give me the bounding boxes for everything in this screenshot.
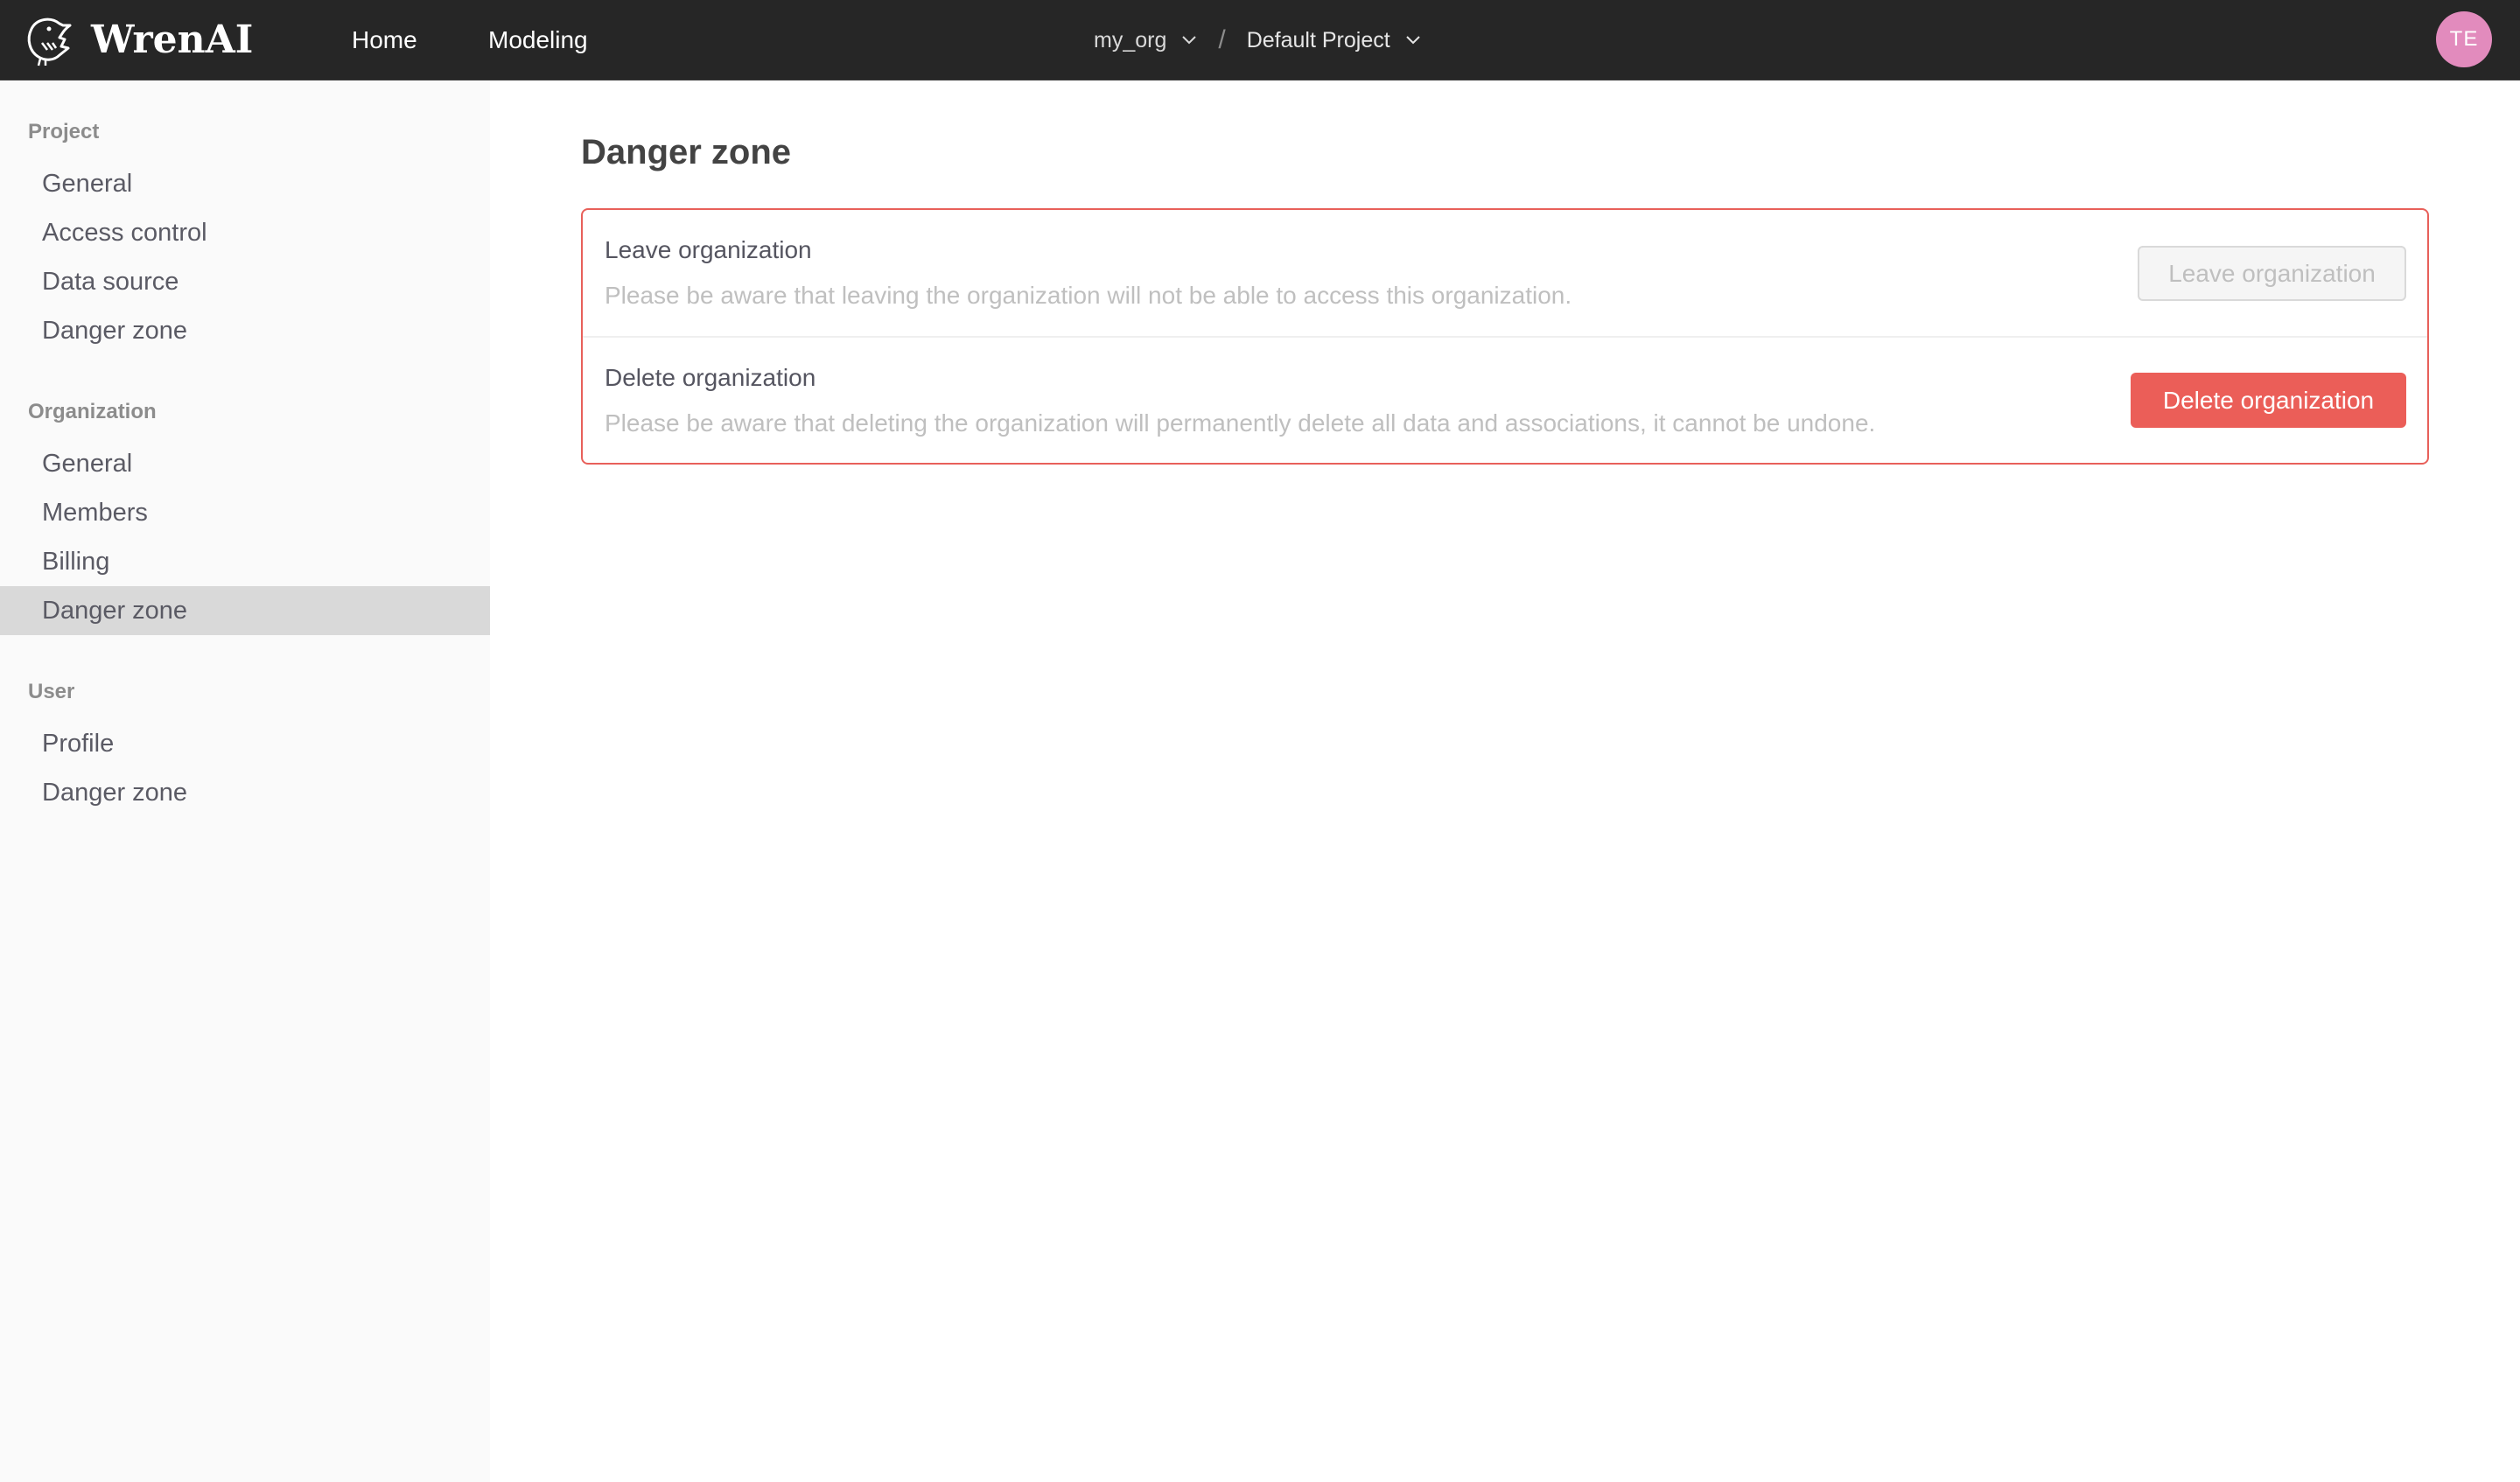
page-title: Danger zone — [581, 133, 792, 171]
leave-organization-description: Please be aware that leaving the organiz… — [605, 282, 1572, 309]
nav-modeling[interactable]: Modeling — [488, 0, 588, 80]
brand-name: WrenAI — [91, 17, 254, 62]
brand-logo[interactable]: WrenAI — [24, 10, 253, 70]
sidebar-group-user: User — [28, 680, 75, 703]
sidebar-group-organization: Organization — [28, 400, 157, 423]
sidebar-item-user-profile[interactable]: Profile — [0, 719, 490, 768]
chevron-down-icon — [1405, 36, 1420, 45]
organization-selector[interactable]: my_org — [1094, 28, 1197, 53]
leave-organization-row: Leave organization Please be aware that … — [583, 210, 2427, 338]
sidebar-item-org-general[interactable]: General — [0, 439, 490, 488]
sidebar-item-user-danger-zone[interactable]: Danger zone — [0, 768, 490, 817]
breadcrumb-separator: / — [1218, 25, 1226, 54]
leave-organization-button[interactable]: Leave organization — [2138, 246, 2406, 301]
delete-organization-row: Delete organization Please be aware that… — [583, 338, 2427, 465]
sidebar-item-project-general[interactable]: General — [0, 159, 490, 208]
nav-home[interactable]: Home — [352, 0, 417, 80]
chevron-down-icon — [1182, 36, 1197, 45]
wren-bird-icon — [27, 17, 72, 66]
delete-organization-description: Please be aware that deleting the organi… — [605, 409, 1876, 437]
settings-sidebar: Project General Access control Data sour… — [0, 80, 490, 1482]
project-name: Default Project — [1246, 27, 1390, 52]
leave-organization-title: Leave organization — [605, 236, 812, 263]
organization-name: my_org — [1094, 27, 1167, 52]
danger-zone-card: Leave organization Please be aware that … — [581, 208, 2429, 465]
top-navbar: WrenAI Home Modeling my_org / Default Pr… — [0, 0, 2520, 80]
sidebar-item-org-billing[interactable]: Billing — [0, 537, 490, 586]
sidebar-group-project: Project — [28, 120, 100, 143]
user-avatar[interactable]: TE — [2436, 11, 2492, 67]
sidebar-item-org-danger-zone[interactable]: Danger zone — [0, 586, 490, 635]
delete-organization-button[interactable]: Delete organization — [2131, 373, 2406, 428]
breadcrumb: my_org / Default Project — [1094, 0, 1421, 80]
sidebar-item-project-danger-zone[interactable]: Danger zone — [0, 306, 490, 355]
delete-organization-title: Delete organization — [605, 364, 816, 391]
sidebar-item-project-data-source[interactable]: Data source — [0, 257, 490, 306]
project-selector[interactable]: Default Project — [1247, 28, 1421, 53]
sidebar-item-project-access-control[interactable]: Access control — [0, 208, 490, 257]
sidebar-item-org-members[interactable]: Members — [0, 488, 490, 537]
